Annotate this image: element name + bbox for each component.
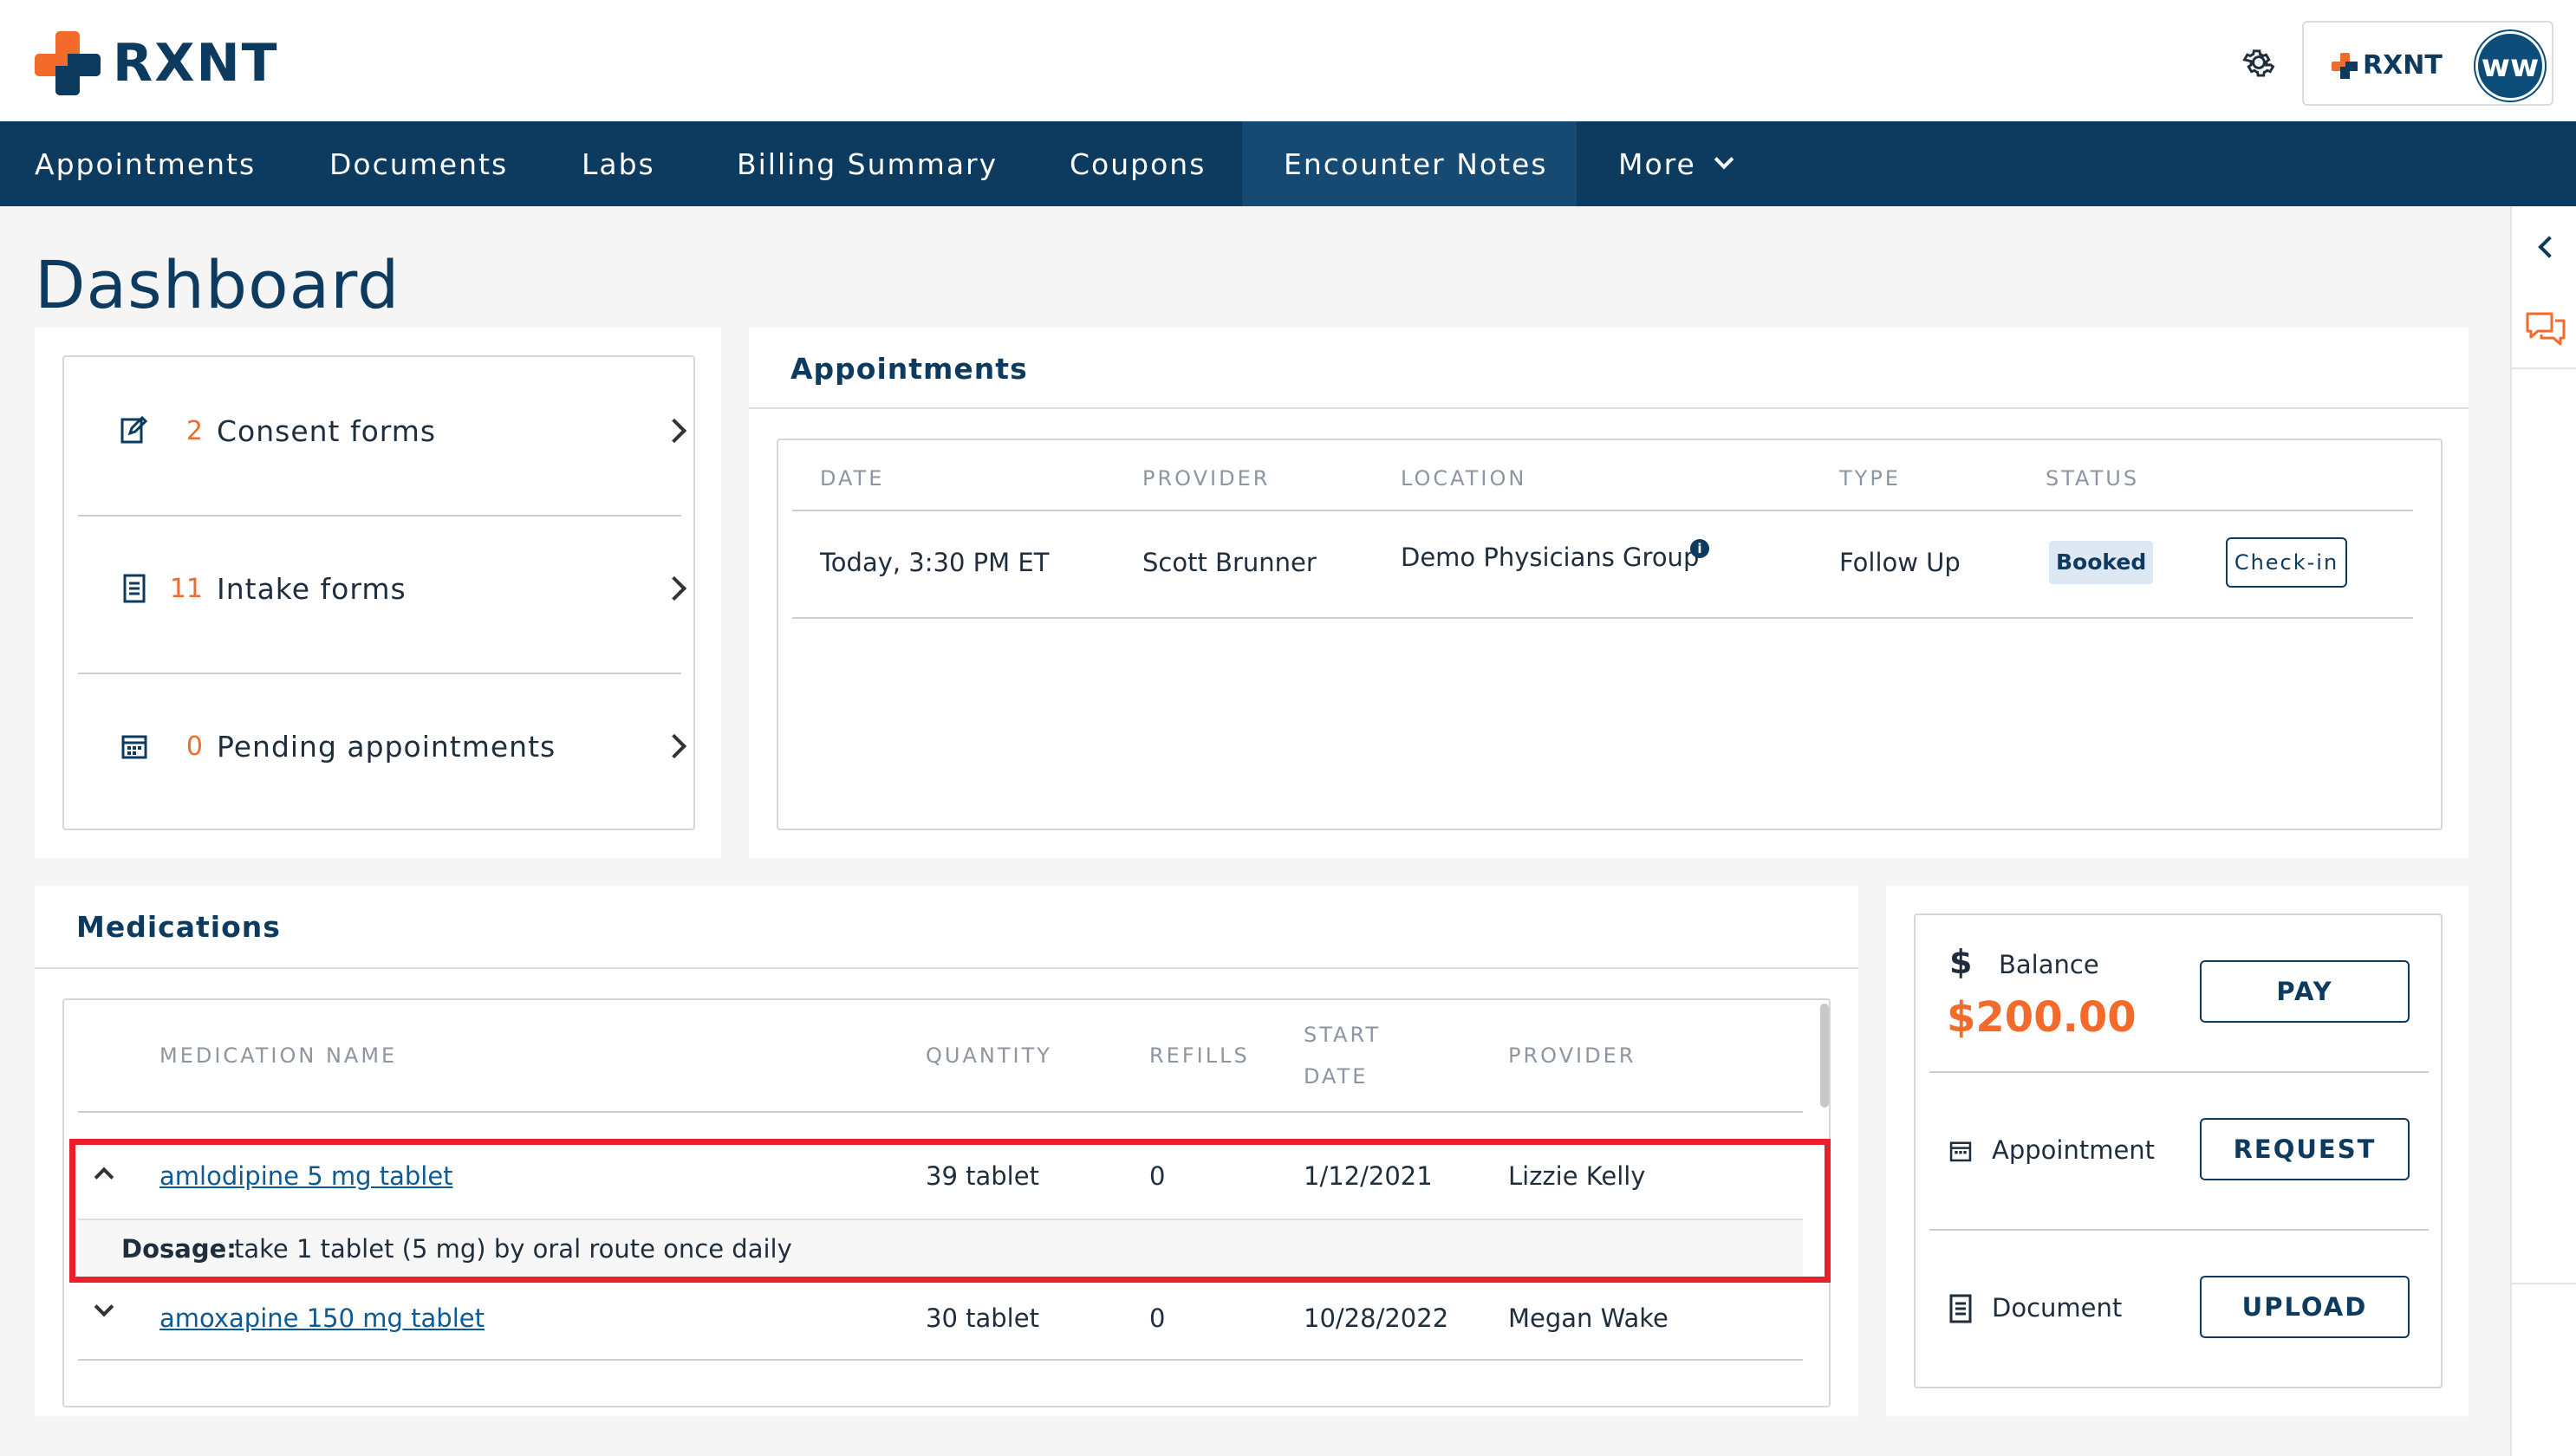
rxnt-small-logo: RXNT: [2332, 50, 2443, 81]
nav-more[interactable]: More: [1618, 121, 1734, 206]
medication-start-date: 10/28/2022: [1304, 1303, 1449, 1333]
right-rail: [2510, 206, 2576, 1456]
nav-coupons[interactable]: Coupons: [1070, 121, 1206, 206]
rxnt-logo-mark: [35, 31, 101, 95]
main-nav: Appointments Documents Labs Billing Summ…: [0, 121, 2576, 206]
appointments-title: Appointments: [790, 352, 1028, 386]
chevron-left-icon[interactable]: [2538, 236, 2560, 258]
request-button[interactable]: REQUEST: [2200, 1118, 2410, 1180]
rail-divider: [2512, 367, 2576, 369]
intake-forms-label: Intake forms: [217, 571, 407, 606]
billing-card: $ Balance $200.00 PAY Appointment REQUES…: [1886, 886, 2469, 1416]
clipboard-icon: [123, 574, 146, 603]
table-header-divider: [78, 1111, 1803, 1113]
medication-quantity: 30 tablet: [926, 1303, 1039, 1333]
col-location: LOCATION: [1401, 466, 1527, 491]
selection-highlight: [69, 1139, 1831, 1283]
col-provider: PROVIDER: [1508, 1043, 1636, 1068]
logo-text: RXNT: [113, 33, 279, 94]
account-switcher[interactable]: RXNT ww: [2302, 21, 2553, 106]
info-icon[interactable]: i: [1690, 539, 1709, 558]
rxnt-mini-mark: [2332, 52, 2358, 79]
medication-link[interactable]: amoxapine 150 mg tablet: [159, 1303, 485, 1333]
pay-button[interactable]: PAY: [2200, 960, 2410, 1023]
avatar[interactable]: ww: [2475, 31, 2545, 101]
billing-divider: [1929, 1071, 2429, 1073]
table-header-divider: [792, 510, 2413, 511]
rail-divider: [2512, 1283, 2576, 1284]
col-provider: PROVIDER: [1142, 466, 1271, 491]
card-header-divider: [35, 967, 1858, 969]
check-in-button[interactable]: Check-in: [2226, 537, 2347, 588]
intake-forms-count: 11: [169, 573, 203, 604]
gear-icon[interactable]: [2240, 43, 2278, 81]
nav-billing-summary[interactable]: Billing Summary: [737, 121, 998, 206]
medication-refills: 0: [1149, 1303, 1166, 1333]
chevron-right-icon: [661, 733, 687, 759]
small-logo-text: RXNT: [2363, 50, 2443, 81]
pending-appointments-count: 0: [185, 731, 203, 762]
forms-card: 2 Consent forms 11 Intake forms 0 Pendin…: [35, 328, 721, 858]
billing-box: $ Balance $200.00 PAY Appointment REQUES…: [1914, 913, 2443, 1388]
appointment-provider: Scott Brunner: [1142, 548, 1317, 577]
chevron-right-icon: [661, 575, 687, 601]
col-type: TYPE: [1839, 466, 1901, 491]
medications-card: Medications MEDICATION NAME QUANTITY REF…: [35, 886, 1858, 1416]
nav-documents[interactable]: Documents: [329, 121, 508, 206]
chevron-right-icon: [661, 418, 687, 444]
page-title: Dashboard: [35, 246, 400, 323]
appointment-date: Today, 3:30 PM ET: [820, 548, 1050, 577]
intake-forms-row[interactable]: 11 Intake forms: [64, 515, 706, 662]
col-medication-name: MEDICATION NAME: [159, 1043, 398, 1068]
svg-text:$: $: [1949, 945, 1972, 979]
table-row-divider: [792, 617, 2413, 619]
top-header: RXNT RXNT ww: [0, 0, 2576, 121]
col-start-date-line2: DATE: [1304, 1064, 1369, 1089]
rxnt-logo[interactable]: RXNT: [35, 31, 279, 95]
col-status: STATUS: [2046, 466, 2140, 491]
col-date: DATE: [820, 466, 885, 491]
calendar-icon: [1949, 1141, 1972, 1162]
card-header-divider: [749, 407, 2469, 409]
table-row-divider: [78, 1359, 1803, 1361]
chevron-down-icon[interactable]: [94, 1297, 114, 1317]
appointments-card: Appointments DATE PROVIDER LOCATION TYPE…: [749, 328, 2469, 858]
chat-icon[interactable]: [2524, 309, 2567, 348]
consent-forms-count: 2: [185, 415, 203, 446]
nav-more-label: More: [1618, 146, 1696, 181]
document-icon: [1949, 1294, 1972, 1323]
appointment-location: Demo Physicians Group: [1401, 543, 1700, 572]
balance-amount: $200.00: [1947, 993, 2137, 1042]
pending-appointments-label: Pending appointments: [217, 729, 556, 764]
nav-appointments[interactable]: Appointments: [35, 121, 256, 206]
edit-document-icon: [120, 415, 148, 444]
balance-label: Balance: [1999, 950, 2099, 979]
status-badge: Booked: [2049, 541, 2154, 584]
calendar-icon: [121, 735, 147, 759]
col-start-date-line1: START: [1304, 1023, 1382, 1047]
billing-divider: [1929, 1229, 2429, 1231]
appointments-table: DATE PROVIDER LOCATION TYPE STATUS Today…: [777, 439, 2443, 830]
col-refills: REFILLS: [1149, 1043, 1250, 1068]
appointment-label: Appointment: [1992, 1135, 2156, 1165]
consent-forms-row[interactable]: 2 Consent forms: [64, 357, 706, 504]
upload-button[interactable]: UPLOAD: [2200, 1276, 2410, 1338]
chevron-down-icon: [1714, 149, 1734, 170]
nav-encounter-notes[interactable]: Encounter Notes: [1242, 121, 1577, 206]
document-label: Document: [1992, 1293, 2123, 1323]
pending-appointments-row[interactable]: 0 Pending appointments: [64, 673, 706, 820]
medications-title: Medications: [76, 910, 281, 944]
forms-box: 2 Consent forms 11 Intake forms 0 Pendin…: [62, 355, 695, 830]
consent-forms-label: Consent forms: [217, 413, 437, 448]
nav-labs[interactable]: Labs: [582, 121, 655, 206]
dollar-icon: $: [1949, 945, 1972, 979]
col-quantity: QUANTITY: [926, 1043, 1052, 1068]
medication-provider: Megan Wake: [1508, 1303, 1669, 1333]
medications-scrollbar[interactable]: [1820, 1004, 1829, 1108]
appointment-type: Follow Up: [1839, 548, 1961, 577]
